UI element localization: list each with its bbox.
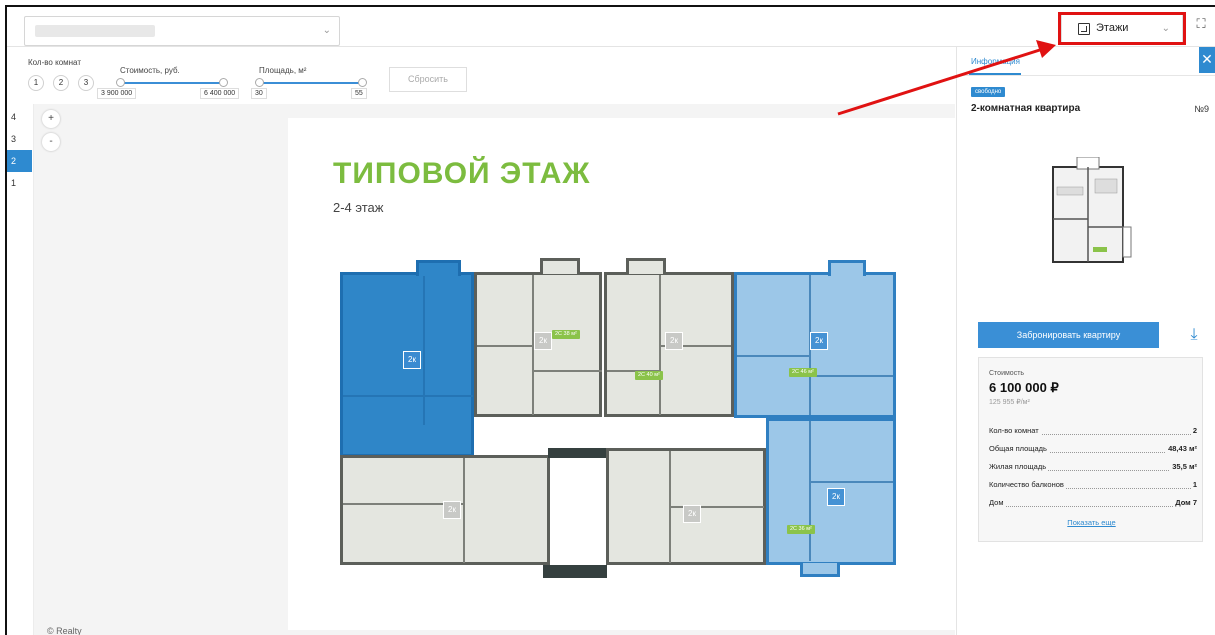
stairwell xyxy=(548,448,606,458)
detail-value: 2 xyxy=(1190,426,1197,435)
close-icon[interactable]: ✕ xyxy=(1199,47,1215,73)
project-select[interactable]: ⌄ xyxy=(24,16,340,46)
detail-key: Дом xyxy=(989,498,1006,507)
detail-key: Количество балконов xyxy=(989,480,1066,489)
detail-row: Дом Дом 7 xyxy=(989,498,1197,510)
fullscreen-icon[interactable]: ⛶ xyxy=(1192,16,1210,38)
info-panel: Информация свободно 2-комнатная квартира… xyxy=(956,47,1215,635)
floor-item-3[interactable]: 3 xyxy=(7,128,32,150)
area-tag: 2С 36 м² xyxy=(787,525,815,534)
balcony xyxy=(828,260,866,276)
floor-item-1[interactable]: 1 xyxy=(7,172,32,194)
price-per-meter: 125 955 ₽/м² xyxy=(989,399,1030,406)
floor-list-divider xyxy=(33,104,34,635)
detail-key: Кол-во комнат xyxy=(989,426,1041,435)
detail-value: 35,5 м² xyxy=(1170,462,1197,471)
area-slider-min-handle[interactable] xyxy=(255,78,264,87)
price-value: 6 100 000 ₽ xyxy=(989,380,1059,395)
rooms-filter-label: Кол-во комнат xyxy=(28,58,81,67)
detail-row: Жилая площадь 35,5 м² xyxy=(989,462,1197,474)
room-count-badge: 2к xyxy=(827,488,845,506)
price-min-value[interactable]: 3 900 000 xyxy=(97,88,137,99)
filters-bar: Кол-во комнат 1 2 3 Стоимость, руб. 3 90… xyxy=(10,52,955,102)
area-tag: 2С 40 м² xyxy=(635,371,663,380)
price-max-value[interactable]: 6 400 000 xyxy=(200,88,240,99)
detail-key: Жилая площадь xyxy=(989,462,1049,471)
show-more-link[interactable]: Показать еще xyxy=(979,518,1204,527)
area-slider-max-handle[interactable] xyxy=(358,78,367,87)
plan-subtitle: 2-4 этаж xyxy=(333,200,384,215)
area-max-value[interactable]: 55 xyxy=(351,88,367,99)
apartment-unit[interactable]: 2к 2С 46 м² xyxy=(734,272,896,418)
copyright-label: © Realty xyxy=(47,626,82,635)
project-select-value xyxy=(35,25,155,37)
price-filter-label: Стоимость, руб. xyxy=(120,66,180,75)
room-count-badge: 2к xyxy=(443,501,461,519)
price-label: Стоимость xyxy=(989,370,1025,377)
balcony xyxy=(540,258,580,274)
detail-key: Общая площадь xyxy=(989,444,1049,453)
price-slider-track xyxy=(120,82,224,84)
detail-row: Кол-во комнат 2 xyxy=(989,426,1197,438)
apartment-number: №9 xyxy=(1194,104,1209,114)
apartment-unit[interactable]: 2к xyxy=(340,272,474,457)
top-bar: ⌄ xyxy=(7,7,1215,47)
apartment-title: 2-комнатная квартира xyxy=(971,103,1081,114)
detail-value: 1 xyxy=(1190,480,1197,489)
detail-value: Дом 7 xyxy=(1173,498,1197,507)
area-tag: 2С 38 м² xyxy=(552,330,580,339)
apartment-unit[interactable]: 2к xyxy=(606,448,766,565)
floor-item-2[interactable]: 2 xyxy=(7,150,32,172)
tab-information[interactable]: Информация xyxy=(971,57,1020,66)
reset-filters-button[interactable]: Сбросить xyxy=(389,67,467,92)
room-count-badge: 2к xyxy=(683,505,701,523)
rooms-filter-3[interactable]: 3 xyxy=(78,75,94,91)
apartment-unit[interactable]: 2к 2С 38 м² xyxy=(474,272,602,417)
apartment-unit[interactable]: 2к 2С 36 м² xyxy=(766,418,896,565)
price-slider-min-handle[interactable] xyxy=(116,78,125,87)
download-icon[interactable]: ⤓ xyxy=(1185,325,1203,345)
apartment-plan-thumbnail[interactable] xyxy=(1043,157,1133,272)
chevron-down-icon: ⌄ xyxy=(322,25,331,36)
book-apartment-button[interactable]: Забронировать квартиру xyxy=(978,322,1159,348)
apartment-unit[interactable]: 2к xyxy=(340,455,550,565)
detail-value: 48,43 м² xyxy=(1166,444,1197,453)
area-min-value[interactable]: 30 xyxy=(251,88,267,99)
rooms-filter-2[interactable]: 2 xyxy=(53,75,69,91)
status-badge: свободно xyxy=(971,87,1006,97)
room-count-badge: 2к xyxy=(534,332,552,350)
price-slider-max-handle[interactable] xyxy=(219,78,228,87)
floor-list: 4 3 2 1 xyxy=(7,106,32,194)
floor-item-4[interactable]: 4 xyxy=(7,106,32,128)
apartment-unit[interactable]: 2к 2С 40 м² xyxy=(604,272,734,417)
panel-divider xyxy=(957,75,1215,76)
area-filter-label: Площадь, м² xyxy=(259,66,307,75)
area-tag: 2С 46 м² xyxy=(789,368,817,377)
rooms-filter-1[interactable]: 1 xyxy=(28,75,44,91)
detail-row: Общая площадь 48,43 м² xyxy=(989,444,1197,456)
balcony xyxy=(416,260,461,276)
room-count-badge: 2к xyxy=(665,332,683,350)
balcony xyxy=(800,563,840,577)
area-slider-track xyxy=(259,82,362,84)
plan-title: ТИПОВОЙ ЭТАЖ xyxy=(333,157,591,190)
stairwell xyxy=(543,565,607,578)
room-count-badge: 2к xyxy=(403,351,421,369)
zoom-in-button[interactable]: + xyxy=(42,110,60,128)
apartment-details-card: Стоимость 6 100 000 ₽ 125 955 ₽/м² Кол-в… xyxy=(978,357,1203,542)
highlight-box xyxy=(1058,12,1186,45)
room-count-badge: 2к xyxy=(810,332,828,350)
balcony xyxy=(626,258,666,274)
zoom-out-button[interactable]: - xyxy=(42,133,60,151)
detail-row: Количество балконов 1 xyxy=(989,480,1197,492)
